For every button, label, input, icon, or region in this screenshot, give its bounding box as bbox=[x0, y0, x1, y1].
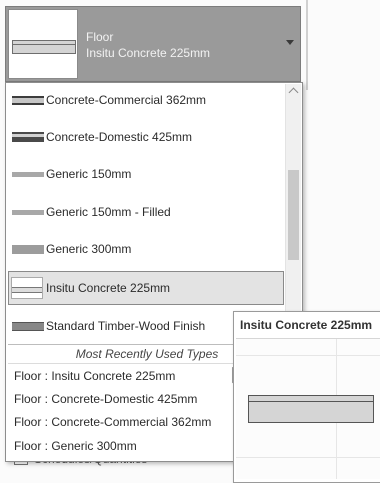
type-preview-thumbnail bbox=[8, 9, 78, 79]
floor-preview-icon bbox=[12, 40, 76, 54]
type-item-generic-150-filled[interactable]: Generic 150mm - Filled bbox=[8, 197, 284, 227]
floor-swatch-icon bbox=[12, 244, 44, 254]
floor-swatch-icon bbox=[12, 321, 44, 331]
mru-item[interactable]: Floor : Generic 300mm bbox=[14, 439, 137, 453]
mru-item[interactable]: Floor : Concrete-Commercial 362mm bbox=[14, 415, 211, 429]
preview-gridline bbox=[236, 457, 380, 458]
type-preview-tooltip: Insitu Concrete 225mm bbox=[233, 311, 380, 483]
preview-gridline bbox=[236, 355, 380, 356]
view-divider bbox=[306, 0, 308, 90]
floor-swatch-icon bbox=[12, 209, 44, 215]
tooltip-preview-area bbox=[236, 338, 380, 479]
chevron-down-icon[interactable] bbox=[286, 40, 294, 45]
floor-swatch-icon bbox=[12, 95, 44, 105]
type-category: Floor bbox=[86, 30, 114, 44]
type-item-label: Generic 150mm bbox=[46, 167, 132, 181]
type-item-generic-150[interactable]: Generic 150mm bbox=[8, 159, 284, 189]
floor-swatch-icon bbox=[11, 277, 43, 299]
type-item-label: Standard Timber-Wood Finish bbox=[46, 319, 206, 333]
type-item-generic-300[interactable]: Generic 300mm bbox=[8, 234, 284, 264]
type-selector[interactable]: Floor Insitu Concrete 225mm bbox=[5, 6, 301, 82]
type-name: Insitu Concrete 225mm bbox=[86, 46, 211, 60]
scroll-up-icon[interactable] bbox=[288, 87, 299, 98]
type-item-label: Concrete-Domestic 425mm bbox=[46, 130, 193, 144]
type-item-label: Insitu Concrete 225mm bbox=[46, 281, 171, 295]
type-item-concrete-commercial[interactable]: Concrete-Commercial 362mm bbox=[8, 85, 284, 115]
type-item-concrete-domestic[interactable]: Concrete-Domestic 425mm bbox=[8, 122, 284, 152]
type-item-label: Generic 300mm bbox=[46, 242, 132, 256]
dropdown-scrollbar[interactable] bbox=[285, 84, 301, 346]
type-item-label: Generic 150mm - Filled bbox=[46, 205, 171, 219]
type-item-label: Concrete-Commercial 362mm bbox=[46, 93, 207, 107]
mru-item[interactable]: Floor : Insitu Concrete 225mm bbox=[14, 369, 175, 383]
mru-item[interactable]: Floor : Concrete-Domestic 425mm bbox=[14, 392, 197, 406]
floor-swatch-icon bbox=[12, 132, 44, 142]
type-item-insitu-concrete[interactable]: Insitu Concrete 225mm bbox=[8, 271, 284, 305]
floor-swatch-icon bbox=[12, 171, 44, 177]
type-selector-text: Floor Insitu Concrete 225mm bbox=[86, 29, 210, 61]
floor-section-preview-icon bbox=[248, 395, 374, 423]
scroll-thumb[interactable] bbox=[288, 170, 299, 260]
tooltip-title: Insitu Concrete 225mm bbox=[240, 318, 373, 332]
